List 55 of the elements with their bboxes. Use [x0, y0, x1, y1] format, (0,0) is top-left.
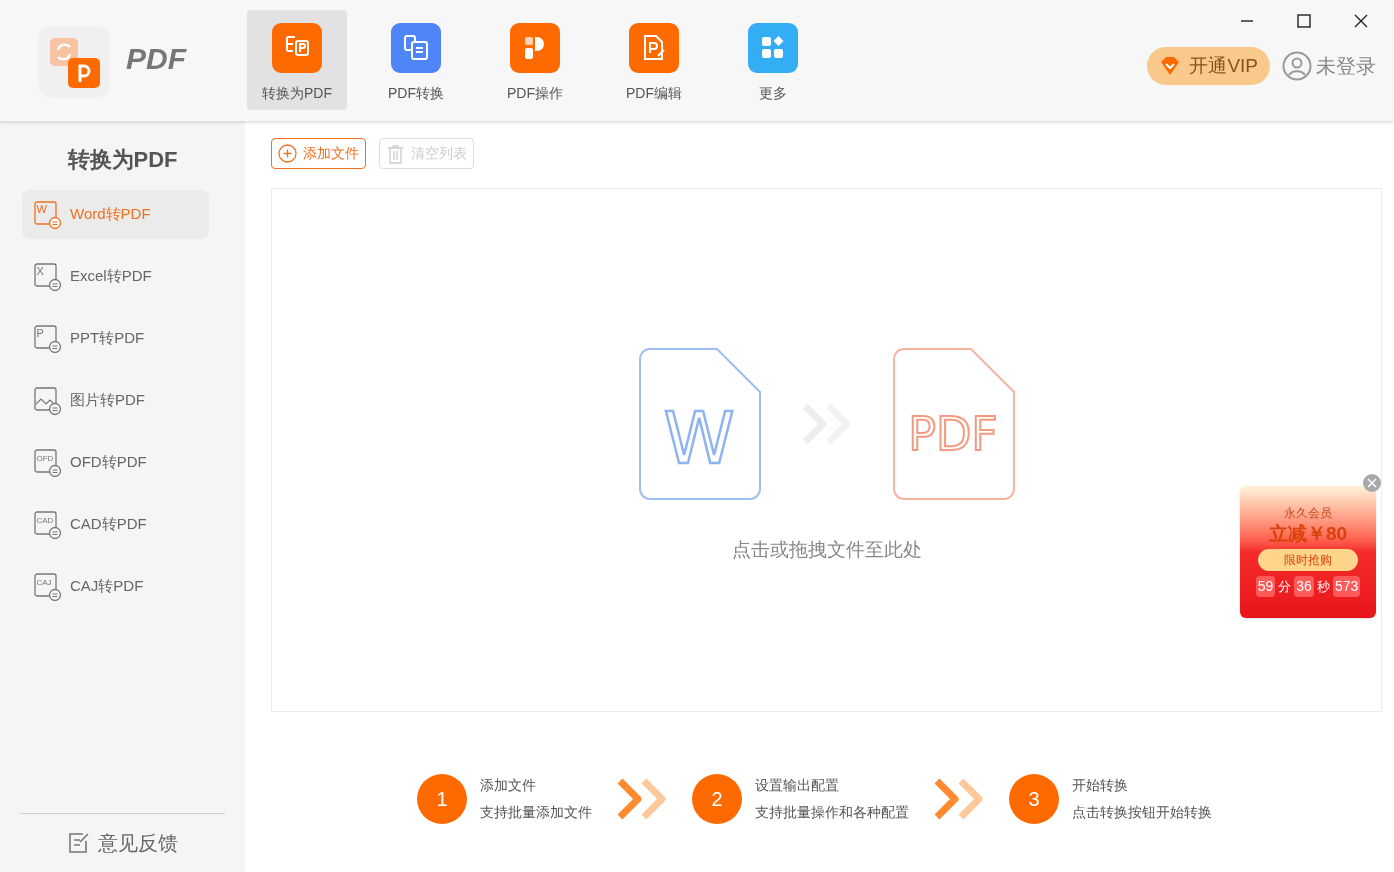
tab-icon [748, 23, 798, 73]
user-icon [1282, 51, 1312, 81]
step-number: 1 [417, 774, 467, 824]
drop-hint: 点击或拖拽文件至此处 [731, 537, 922, 562]
countdown-unit: 分 [1278, 577, 1292, 596]
countdown-value: 573 [1332, 575, 1361, 597]
add-file-button[interactable]: 添加文件 [271, 138, 366, 169]
toolbar-tab[interactable]: PDF转换 [366, 10, 466, 110]
edit-note-icon [67, 832, 90, 854]
toolbar-tab[interactable]: PDF编辑 [604, 10, 704, 110]
double-chevron-icon [933, 777, 985, 821]
pdf-file-drawing: PDF [892, 347, 1015, 500]
close-icon [1367, 478, 1377, 488]
tab-icon [629, 23, 679, 73]
double-chevron-icon [616, 777, 668, 821]
promo-title: 永久会员 [1284, 505, 1332, 522]
step-title: 添加文件 [480, 776, 537, 795]
vip-button[interactable]: 开通VIP [1147, 47, 1270, 85]
step-number: 3 [1009, 774, 1059, 824]
tab-icon [272, 23, 322, 73]
step-description: 支持批量添加文件 [480, 803, 592, 822]
login-button[interactable]: 未登录 [1282, 51, 1376, 81]
plus-circle-icon [278, 144, 297, 163]
sidebar-title: 转换为PDF [66, 146, 179, 174]
toolbar-tab[interactable]: PDF操作 [485, 10, 585, 110]
promo-card[interactable]: 永久会员 立减￥80 限时抢购 59 分 36 秒 573 [1240, 486, 1376, 618]
step-title: 开始转换 [1072, 776, 1129, 795]
word-file-drawing: W [638, 347, 761, 500]
toolbar-tab[interactable]: 转换为PDF [247, 10, 347, 110]
feedback-button[interactable]: 意见反馈 [0, 814, 245, 872]
trash-icon [386, 143, 405, 164]
promo-buy-button[interactable]: 限时抢购 [1258, 548, 1358, 571]
promo-offer: 立减￥80 [1268, 522, 1348, 546]
sidebar-item[interactable]: CAJ CAJ转PDF [22, 562, 209, 611]
diamond-icon [1159, 56, 1182, 76]
toolbar-tab[interactable]: 更多 [723, 10, 823, 110]
tab-icon [391, 23, 441, 73]
close-icon [1354, 14, 1368, 28]
sidebar-item[interactable]: OFD OFD转PDF [22, 438, 209, 487]
countdown-unit: 秒 [1316, 577, 1330, 596]
app-logo-icon [38, 26, 110, 98]
step-number: 2 [692, 774, 742, 824]
sidebar-item[interactable]: 图片转PDF [22, 376, 209, 425]
step-description: 点击转换按钮开始转换 [1072, 803, 1212, 822]
sidebar-item[interactable]: X Excel转PDF [22, 252, 209, 301]
tab-icon [510, 23, 560, 73]
file-convert-icon [34, 386, 62, 415]
step-description: 支持批量操作和各种配置 [755, 803, 909, 822]
sidebar-item[interactable]: P PPT转PDF [22, 314, 209, 363]
step-title: 设置输出配置 [755, 776, 840, 795]
countdown-value: 59 [1255, 575, 1276, 597]
countdown-value: 36 [1294, 575, 1314, 597]
app-logo-text: PDF [126, 40, 186, 77]
sidebar-item[interactable]: CAD CAD转PDF [22, 500, 209, 549]
maximize-icon [1297, 14, 1311, 28]
